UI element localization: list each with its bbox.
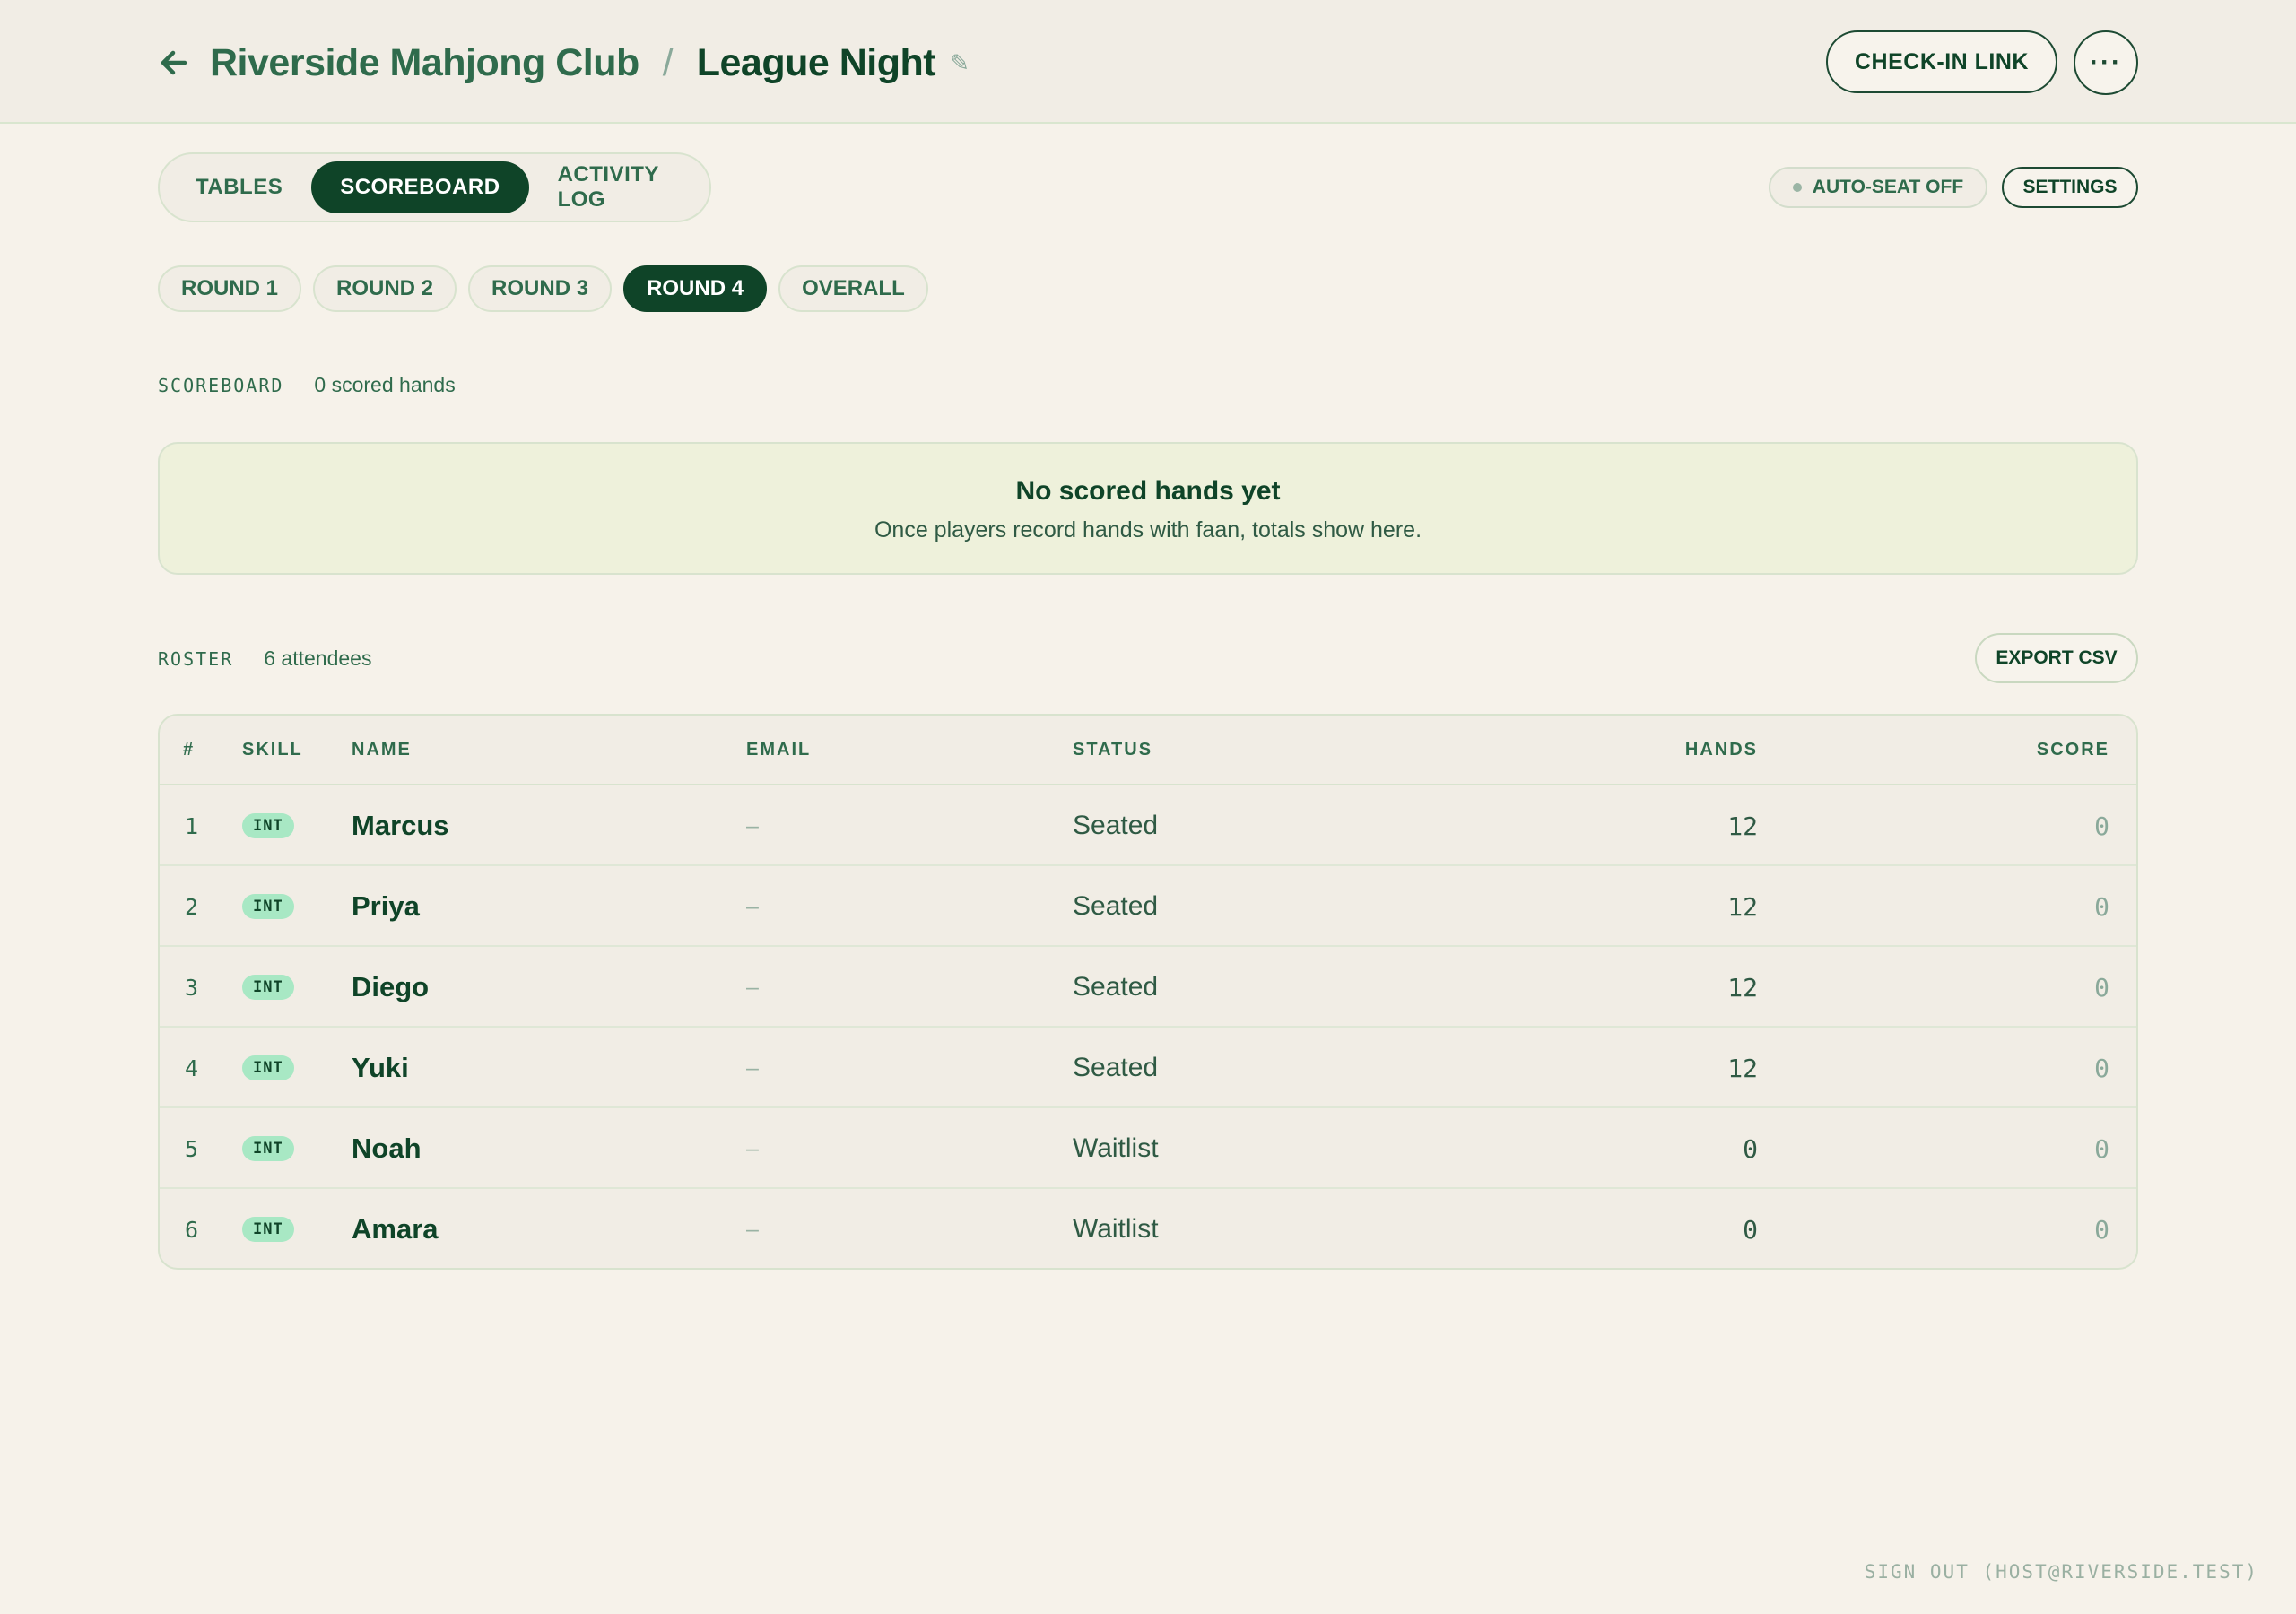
arrow-left-icon[interactable]	[158, 47, 190, 79]
player-score: 0	[2094, 891, 2109, 922]
player-email: –	[746, 1216, 759, 1242]
roster-header: ROSTER 6 attendees	[158, 646, 371, 671]
column-header-skill[interactable]: SKILL	[242, 740, 303, 760]
scoreboard-label: SCOREBOARD	[158, 375, 284, 396]
table-row[interactable]: 3 INT Diego – Seated 12 0	[160, 947, 2136, 1028]
player-score: 0	[2094, 1133, 2109, 1164]
player-hands: 0	[1743, 1214, 1758, 1245]
skill-cell: INT	[242, 947, 294, 1028]
skill-badge: INT	[242, 1136, 294, 1161]
view-tabs: TABLES SCOREBOARD ACTIVITY LOG	[158, 152, 711, 222]
overall-pill[interactable]: OVERALL	[778, 265, 928, 312]
row-number: 3	[185, 974, 199, 1001]
player-status: Seated	[1073, 972, 1159, 1002]
player-status: Seated	[1073, 891, 1159, 921]
table-header: # SKILL NAME EMAIL STATUS HANDS SCORE	[160, 716, 2136, 785]
breadcrumb-separator: /	[662, 40, 674, 84]
player-score: 0	[2094, 1053, 2109, 1083]
skill-cell: INT	[242, 866, 294, 947]
empty-state-title: No scored hands yet	[1015, 476, 1281, 506]
pencil-icon[interactable]: ✎	[950, 49, 970, 77]
skill-badge: INT	[242, 894, 294, 919]
table-row[interactable]: 1 INT Marcus – Seated 12 0	[160, 785, 2136, 866]
column-header-name[interactable]: NAME	[352, 740, 412, 760]
player-name[interactable]: Yuki	[352, 1028, 409, 1108]
player-score: 0	[2094, 972, 2109, 1002]
skill-cell: INT	[242, 785, 294, 866]
player-name[interactable]: Priya	[352, 866, 420, 947]
settings-button[interactable]: SETTINGS	[2002, 167, 2138, 208]
skill-cell: INT	[242, 1189, 294, 1268]
auto-seat-label: AUTO-SEAT OFF	[1812, 177, 1964, 197]
player-name[interactable]: Noah	[352, 1108, 422, 1189]
row-number: 2	[185, 893, 199, 920]
player-status: Seated	[1073, 811, 1159, 840]
empty-state-message: Once players record hands with faan, tot…	[874, 517, 1422, 542]
dot-icon	[1792, 183, 1802, 192]
breadcrumb-club[interactable]: Riverside Mahjong Club	[210, 41, 639, 85]
player-score: 0	[2094, 1214, 2109, 1245]
column-header-number: #	[183, 740, 196, 759]
round-2-pill[interactable]: ROUND 2	[313, 265, 457, 312]
export-csv-button[interactable]: EXPORT CSV	[1975, 633, 2138, 683]
player-name[interactable]: Amara	[352, 1189, 439, 1268]
tab-tables[interactable]: TABLES	[167, 161, 311, 213]
sign-out-link[interactable]: SIGN OUT (HOST@RIVERSIDE.TEST)	[1865, 1561, 2258, 1583]
tab-activity-log[interactable]: ACTIVITY LOG	[529, 161, 709, 213]
more-options-button[interactable]: ···	[2074, 30, 2138, 95]
column-header-status[interactable]: STATUS	[1073, 740, 1152, 760]
row-number: 6	[185, 1216, 199, 1243]
column-header-hands[interactable]: HANDS	[1685, 740, 1758, 760]
round-selector: ROUND 1 ROUND 2 ROUND 3 ROUND 4 OVERALL	[158, 265, 928, 312]
player-hands: 12	[1727, 811, 1758, 841]
player-email: –	[746, 974, 759, 1000]
scoreboard-header: SCOREBOARD 0 scored hands	[158, 373, 456, 397]
player-status: Seated	[1073, 1053, 1159, 1082]
breadcrumb: Riverside Mahjong Club / League Night ✎	[158, 36, 970, 90]
player-email: –	[746, 1135, 759, 1161]
player-email: –	[746, 893, 759, 919]
empty-state: No scored hands yet Once players record …	[158, 442, 2138, 575]
skill-badge: INT	[242, 1217, 294, 1242]
row-number: 1	[185, 812, 199, 839]
player-email: –	[746, 812, 759, 838]
player-hands: 12	[1727, 891, 1758, 922]
round-3-pill[interactable]: ROUND 3	[468, 265, 613, 312]
player-status: Waitlist	[1073, 1133, 1159, 1163]
skill-badge: INT	[242, 813, 294, 838]
player-name[interactable]: Diego	[352, 947, 429, 1028]
scored-hands-count: 0 scored hands	[314, 373, 456, 396]
table-row[interactable]: 5 INT Noah – Waitlist 0 0	[160, 1108, 2136, 1189]
attendee-count: 6 attendees	[264, 646, 372, 670]
player-status: Waitlist	[1073, 1214, 1159, 1244]
skill-cell: INT	[242, 1028, 294, 1108]
player-hands: 0	[1743, 1133, 1758, 1164]
skill-badge: INT	[242, 975, 294, 1000]
player-score: 0	[2094, 811, 2109, 841]
round-4-pill[interactable]: ROUND 4	[623, 265, 768, 312]
table-row[interactable]: 4 INT Yuki – Seated 12 0	[160, 1028, 2136, 1108]
page-title: League Night	[696, 40, 936, 84]
skill-badge: INT	[242, 1055, 294, 1080]
player-name[interactable]: Marcus	[352, 785, 449, 866]
roster-table: # SKILL NAME EMAIL STATUS HANDS SCORE 1 …	[158, 714, 2138, 1270]
player-email: –	[746, 1054, 759, 1080]
roster-label: ROSTER	[158, 648, 234, 670]
skill-cell: INT	[242, 1108, 294, 1189]
player-hands: 12	[1727, 1053, 1758, 1083]
app-header: Riverside Mahjong Club / League Night ✎ …	[0, 0, 2296, 124]
auto-seat-toggle[interactable]: AUTO-SEAT OFF	[1769, 167, 1987, 208]
column-header-email[interactable]: EMAIL	[746, 740, 811, 760]
check-in-link-button[interactable]: CHECK-IN LINK	[1826, 30, 2057, 93]
row-number: 5	[185, 1135, 199, 1162]
row-number: 4	[185, 1054, 199, 1081]
tab-scoreboard[interactable]: SCOREBOARD	[311, 161, 529, 213]
round-1-pill[interactable]: ROUND 1	[158, 265, 302, 312]
table-row[interactable]: 6 INT Amara – Waitlist 0 0	[160, 1189, 2136, 1268]
ellipsis-icon: ···	[2090, 48, 2122, 77]
table-row[interactable]: 2 INT Priya – Seated 12 0	[160, 866, 2136, 947]
column-header-score[interactable]: SCORE	[2037, 740, 2109, 760]
player-hands: 12	[1727, 972, 1758, 1002]
